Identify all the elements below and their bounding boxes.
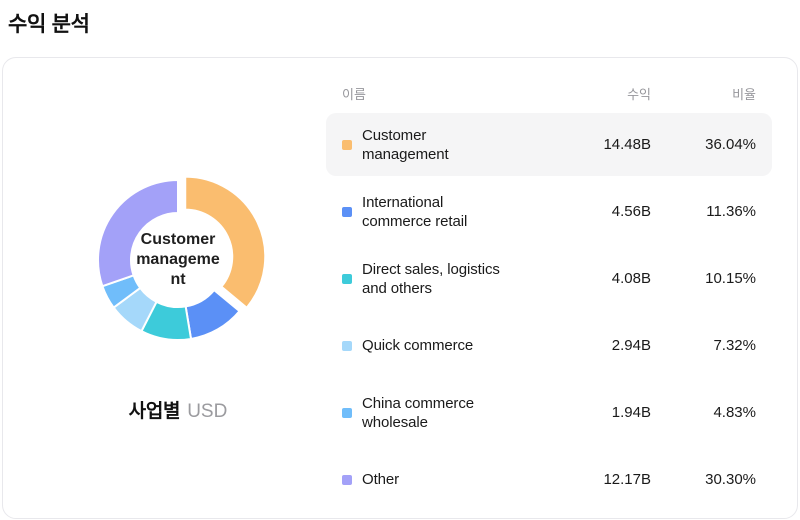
row-name-cell: Direct sales, logistics and others (342, 260, 537, 298)
table-row[interactable]: Other 12.17B 30.30% (326, 448, 772, 511)
row-ratio: 10.15% (705, 270, 756, 287)
legend-color-swatch (342, 273, 352, 284)
table-row[interactable]: Direct sales, logistics and others 4.08B… (326, 247, 772, 310)
row-revenue: 2.94B (611, 337, 651, 354)
row-name-cell: China commerce wholesale (342, 394, 537, 432)
table-header: 이름 수익 비율 (326, 84, 772, 103)
row-name: Quick commerce (362, 337, 474, 354)
row-name: International commerce retail (362, 193, 468, 230)
legend-color-swatch (342, 340, 352, 351)
row-name: Other (362, 471, 400, 488)
row-name: Direct sales, logistics and others (362, 260, 500, 297)
row-ratio: 36.04% (705, 136, 756, 153)
column-header-ratio: 비율 (732, 87, 756, 102)
row-revenue: 4.56B (611, 203, 651, 220)
revenue-table: 이름 수익 비율 Customer management 14.48B 36.0… (326, 58, 797, 518)
legend-color-swatch (342, 206, 352, 217)
row-ratio: 30.30% (705, 471, 756, 488)
row-revenue: 4.08B (611, 270, 651, 287)
row-ratio: 4.83% (713, 404, 756, 421)
row-name: China commerce wholesale (362, 394, 474, 431)
table-row[interactable]: Customer management 14.48B 36.04% (326, 113, 772, 176)
donut-chart-panel: Customer management 사업별 USD (3, 58, 326, 518)
revenue-table-body: Customer management 14.48B 36.04% Intern… (326, 113, 772, 511)
table-row[interactable]: China commerce wholesale 1.94B 4.83% (326, 381, 772, 444)
column-header-name: 이름 (342, 87, 366, 102)
row-name-cell: Quick commerce (342, 336, 537, 355)
row-revenue: 1.94B (611, 404, 651, 421)
row-revenue: 14.48B (603, 136, 651, 153)
chart-footer: 사업별 USD (48, 396, 308, 423)
chart-unit-label: USD (187, 401, 228, 422)
table-row[interactable]: International commerce retail 4.56B 11.3… (326, 180, 772, 243)
table-row[interactable]: Quick commerce 2.94B 7.32% (326, 314, 772, 377)
legend-color-swatch (342, 139, 352, 150)
page-title: 수익 분석 (8, 13, 90, 36)
column-header-revenue: 수익 (627, 87, 651, 102)
row-name-cell: International commerce retail (342, 193, 537, 231)
donut-chart: Customer management (48, 130, 308, 390)
row-ratio: 11.36% (706, 203, 756, 220)
revenue-analysis-card: Customer management 사업별 USD 이름 수익 비율 Cust… (2, 57, 798, 519)
donut-slice-1[interactable] (184, 289, 241, 340)
row-name: Customer management (362, 126, 449, 163)
row-ratio: 7.32% (713, 337, 756, 354)
row-revenue: 12.17B (603, 471, 651, 488)
legend-color-swatch (342, 407, 352, 418)
row-name-cell: Customer management (342, 126, 537, 164)
donut-center-label: Customer management (136, 231, 220, 288)
legend-color-swatch (342, 474, 352, 485)
row-name-cell: Other (342, 470, 537, 489)
chart-dimension-label: 사업별 (128, 401, 181, 422)
